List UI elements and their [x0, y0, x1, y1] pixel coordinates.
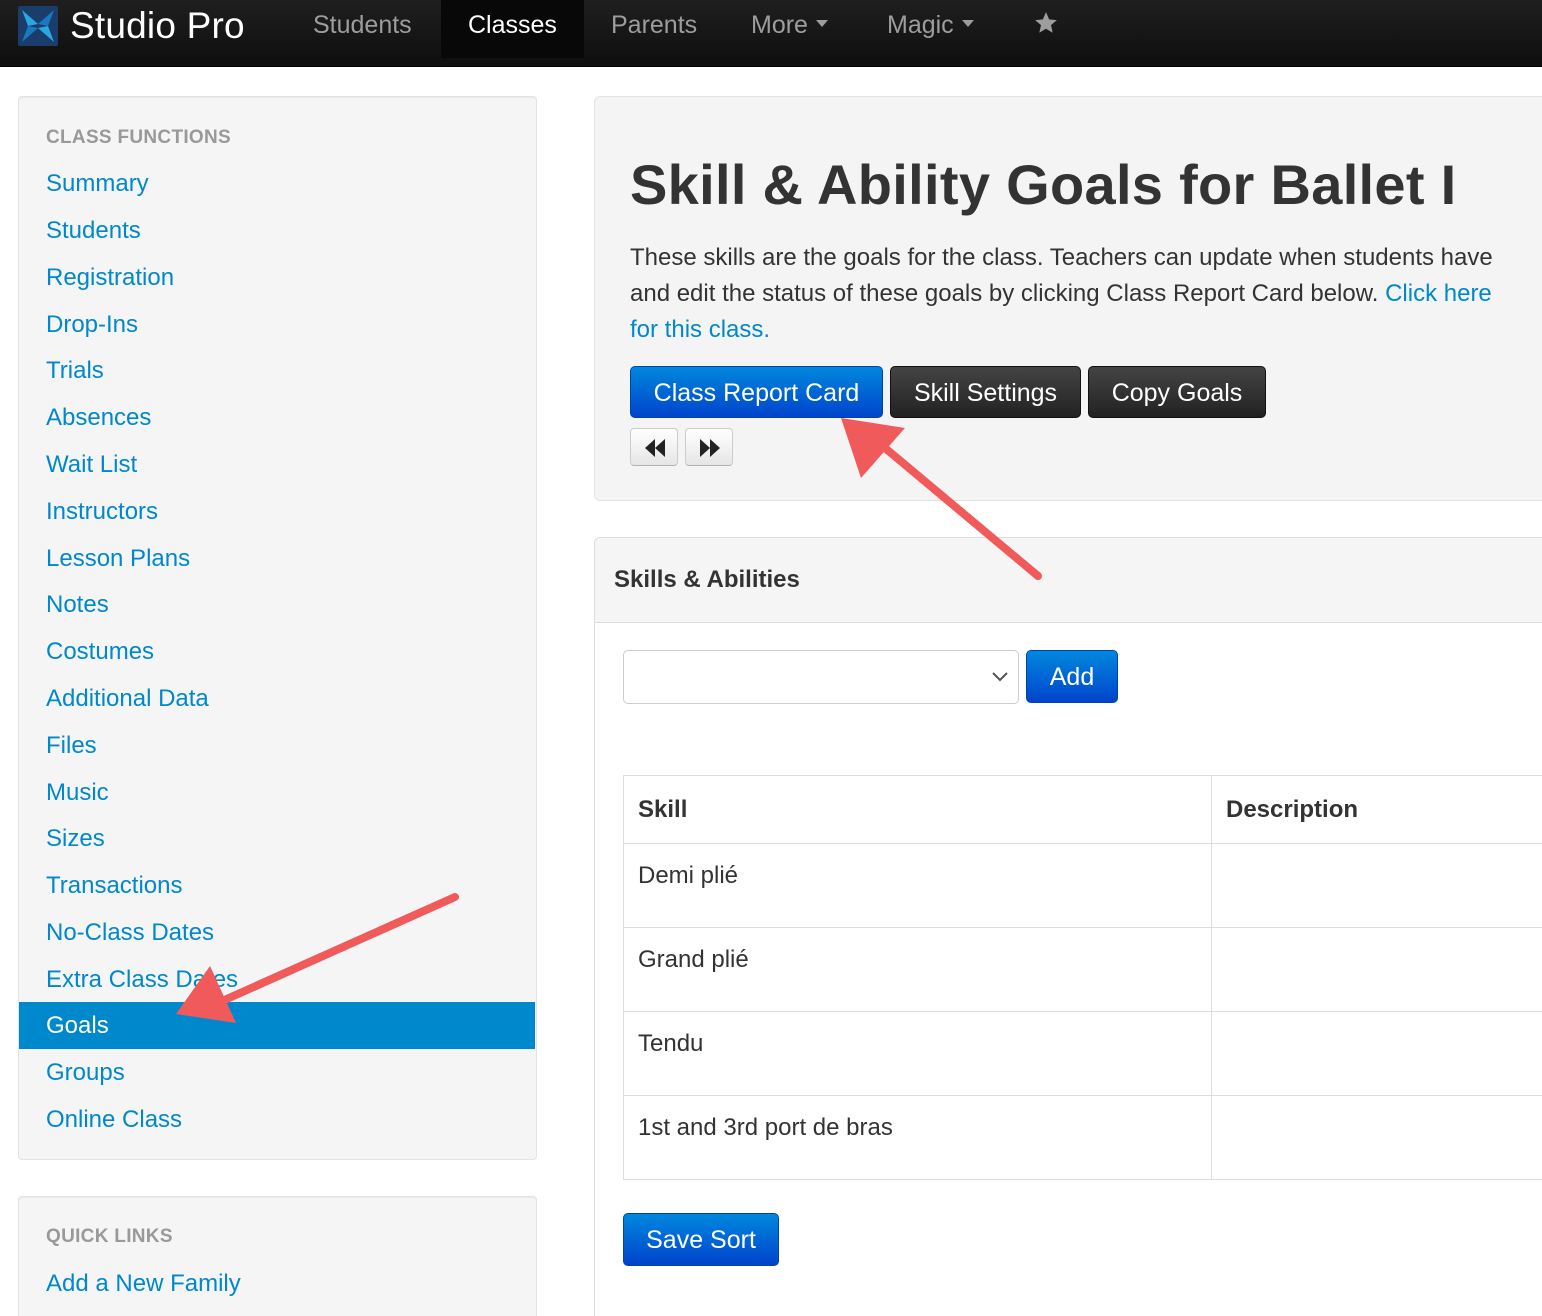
nav-magic-dropdown[interactable]: Magic — [860, 0, 1001, 50]
skill-cell: 1st and 3rd port de bras — [623, 1095, 1212, 1180]
skill-cell: Demi plié — [623, 843, 1212, 928]
class-functions-header: CLASS FUNCTIONS — [46, 127, 231, 148]
sidebar-item-sizes[interactable]: Sizes — [19, 815, 535, 862]
add-skill-button[interactable]: Add — [1026, 650, 1118, 703]
sidebar-item-files[interactable]: Files — [19, 722, 535, 769]
table-header-row: Skill Description — [623, 775, 1542, 844]
quick-links-sidebar: QUICK LINKS Add a New Family — [18, 1196, 537, 1316]
skill-cell: Tendu — [623, 1011, 1212, 1096]
nav-more-dropdown[interactable]: More — [724, 0, 855, 50]
sidebar-item-music[interactable]: Music — [19, 769, 535, 816]
sidebar-item-trials[interactable]: Trials — [19, 347, 535, 394]
caret-down-icon — [961, 19, 974, 27]
skill-settings-button[interactable]: Skill Settings — [890, 366, 1081, 418]
table-row[interactable]: 1st and 3rd port de bras — [623, 1095, 1542, 1180]
sidebar-item-extra-class-dates[interactable]: Extra Class Dates — [19, 956, 535, 1003]
next-class-button[interactable] — [685, 428, 733, 466]
class-report-card-button[interactable]: Class Report Card — [630, 366, 883, 418]
skills-panel: Skills & Abilities Add Skill Description… — [594, 537, 1542, 1316]
for-this-class-link[interactable]: for this class. — [630, 312, 1542, 348]
chevron-down-icon — [992, 672, 1008, 682]
sidebar-item-notes[interactable]: Notes — [19, 581, 535, 628]
description-cell — [1211, 1011, 1542, 1096]
nav-students[interactable]: Students — [286, 0, 439, 50]
nav-classes[interactable]: Classes — [441, 0, 584, 58]
sidebar-item-summary[interactable]: Summary — [19, 160, 535, 207]
nav-classes-label: Classes — [468, 11, 557, 39]
sidebar-item-costumes[interactable]: Costumes — [19, 628, 535, 675]
skills-table: Skill Description Demi plié Grand plié T… — [623, 775, 1542, 1180]
sidebar-item-goals[interactable]: Goals — [19, 1002, 535, 1049]
column-header-description[interactable]: Description — [1211, 775, 1542, 844]
sidebar-item-groups[interactable]: Groups — [19, 1049, 535, 1096]
nav-students-label: Students — [313, 11, 412, 39]
sidebar-item-absences[interactable]: Absences — [19, 394, 535, 441]
table-row[interactable]: Demi plié — [623, 843, 1542, 928]
hero-text-line-1: These skills are the goals for the class… — [630, 244, 1493, 271]
top-navbar: Studio Pro Students Classes Parents More… — [0, 0, 1542, 67]
nav-parents-label: Parents — [611, 11, 698, 39]
sidebar-item-online-class[interactable]: Online Class — [19, 1096, 535, 1143]
sidebar-item-lesson-plans[interactable]: Lesson Plans — [19, 535, 535, 582]
studio-pro-logo-icon — [18, 6, 58, 46]
brand[interactable]: Studio Pro — [18, 6, 245, 46]
quick-link-add-new-family[interactable]: Add a New Family — [19, 1260, 535, 1307]
star-icon — [1035, 12, 1057, 34]
backward-icon — [645, 439, 665, 457]
caret-down-icon — [815, 19, 828, 27]
goals-hero: Skill & Ability Goals for Ballet I These… — [594, 96, 1542, 501]
hero-description: These skills are the goals for the class… — [630, 240, 1542, 348]
nav-more-label: More — [751, 11, 808, 39]
table-row[interactable]: Tendu — [623, 1011, 1542, 1096]
quick-links-header: QUICK LINKS — [46, 1226, 173, 1247]
skills-panel-title: Skills & Abilities — [614, 566, 800, 593]
nav-magic-label: Magic — [887, 11, 954, 39]
sidebar-item-additional-data[interactable]: Additional Data — [19, 675, 535, 722]
class-functions-sidebar: CLASS FUNCTIONS Summary Students Registr… — [18, 96, 537, 1160]
brand-name: Studio Pro — [70, 5, 245, 46]
sidebar-item-students[interactable]: Students — [19, 207, 535, 254]
sidebar-item-instructors[interactable]: Instructors — [19, 488, 535, 535]
description-cell — [1211, 1095, 1542, 1180]
forward-icon — [700, 439, 720, 457]
sidebar-item-no-class-dates[interactable]: No-Class Dates — [19, 909, 535, 956]
save-sort-button[interactable]: Save Sort — [623, 1213, 779, 1266]
hero-text-line-2-text: and edit the status of these goals by cl… — [630, 280, 1386, 307]
hero-text-line-2: and edit the status of these goals by cl… — [630, 276, 1542, 312]
column-header-skill[interactable]: Skill — [623, 775, 1212, 844]
sidebar-item-drop-ins[interactable]: Drop-Ins — [19, 301, 535, 348]
skill-cell: Grand plié — [623, 927, 1212, 1012]
sidebar-item-transactions[interactable]: Transactions — [19, 862, 535, 909]
table-row[interactable]: Grand plié — [623, 927, 1542, 1012]
description-cell — [1211, 843, 1542, 928]
nav-parents[interactable]: Parents — [584, 0, 724, 50]
nav-favorites[interactable] — [1019, 0, 1073, 50]
description-cell — [1211, 927, 1542, 1012]
page-title: Skill & Ability Goals for Ballet I — [630, 153, 1457, 216]
sidebar-item-wait-list[interactable]: Wait List — [19, 441, 535, 488]
click-here-link[interactable]: Click here — [1385, 280, 1492, 307]
sidebar-item-registration[interactable]: Registration — [19, 254, 535, 301]
skill-select[interactable] — [623, 650, 1019, 704]
skills-panel-heading: Skills & Abilities — [595, 538, 1542, 623]
previous-class-button[interactable] — [630, 428, 678, 466]
copy-goals-button[interactable]: Copy Goals — [1088, 366, 1266, 418]
